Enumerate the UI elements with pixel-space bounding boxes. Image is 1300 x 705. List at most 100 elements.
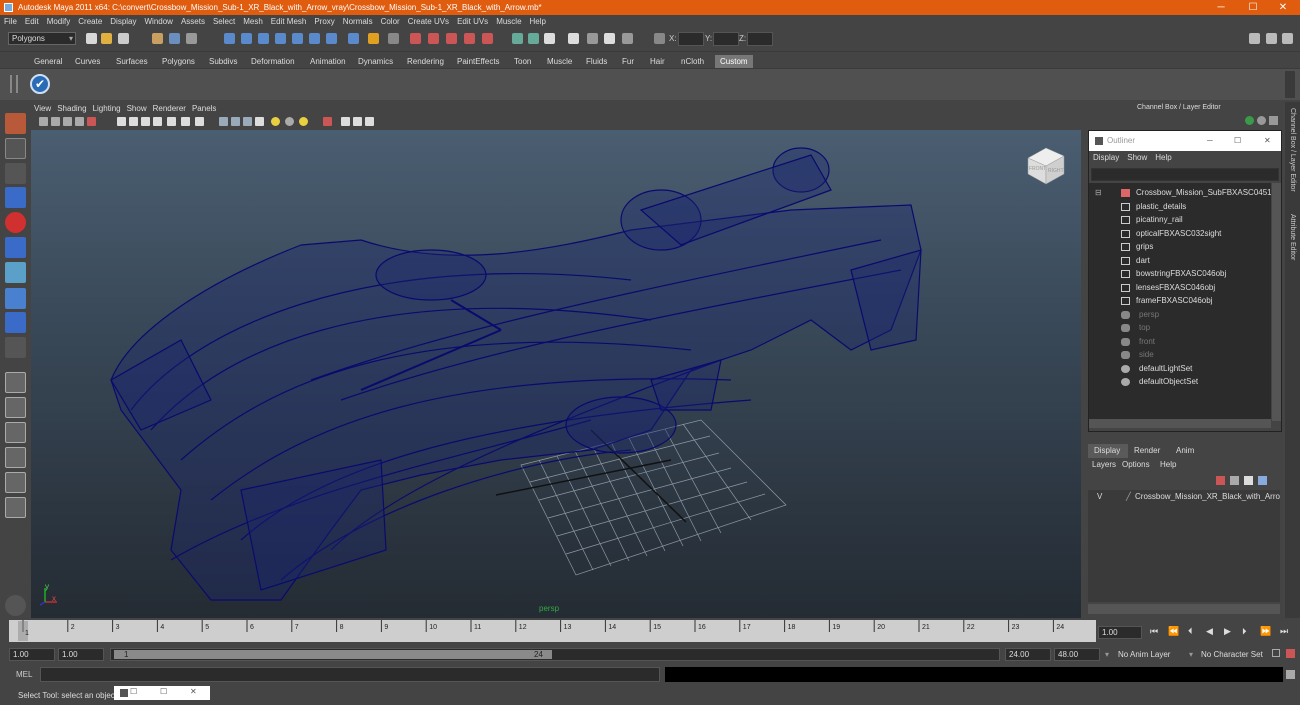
char-set-chevron-icon[interactable]: ▾: [1189, 650, 1193, 659]
shelf-tab-deformation[interactable]: Deformation: [246, 55, 300, 68]
layer-tab-display[interactable]: Display: [1088, 444, 1128, 458]
pin-icon[interactable]: [1269, 116, 1278, 125]
universal-manip-icon[interactable]: [5, 262, 26, 283]
shelf-tab-general[interactable]: General: [29, 55, 67, 68]
outliner-persp-layout-icon[interactable]: [5, 422, 26, 443]
menu-edit[interactable]: Edit: [21, 15, 43, 29]
floating-window-stub[interactable]: ☐ ☐ ✕: [114, 686, 210, 700]
channel-box-icon[interactable]: [622, 33, 633, 44]
paint-select-icon[interactable]: [5, 163, 26, 184]
resolution-gate-icon[interactable]: [141, 117, 150, 126]
layer-tab-render[interactable]: Render: [1130, 444, 1160, 458]
shelf-tab-painteffects[interactable]: PaintEffects: [452, 55, 505, 68]
outliner-row-camera[interactable]: front: [1089, 335, 1271, 349]
rotate-tool-icon[interactable]: [5, 212, 26, 233]
vp-menu-panels[interactable]: Panels: [189, 102, 219, 115]
crossbow-wireframe-model[interactable]: [31, 130, 1081, 618]
empty-layer-icon[interactable]: [1244, 476, 1253, 485]
shelf-tab-surfaces[interactable]: Surfaces: [111, 55, 153, 68]
go-to-end-icon[interactable]: ⏭: [1280, 626, 1288, 637]
maximize-button[interactable]: ☐: [1238, 0, 1268, 15]
layer-from-selected-icon[interactable]: [1230, 476, 1239, 485]
shelf-tab-hair[interactable]: Hair: [645, 55, 670, 68]
z-field[interactable]: [747, 32, 773, 46]
isolate-select-icon[interactable]: [323, 117, 332, 126]
menu-assets[interactable]: Assets: [177, 15, 209, 29]
layer-menu-options[interactable]: Options: [1122, 460, 1150, 469]
snap-plane-icon[interactable]: [275, 33, 286, 44]
two-d-pan-icon[interactable]: [87, 117, 96, 126]
gate-mask-icon[interactable]: [153, 117, 162, 126]
xray-icon[interactable]: [255, 117, 264, 126]
render-frame-icon[interactable]: [410, 33, 421, 44]
shelf-tab-toon[interactable]: Toon: [509, 55, 536, 68]
soft-mod-icon[interactable]: [5, 288, 26, 309]
history-icon[interactable]: [326, 33, 337, 44]
shelf-tab-custom[interactable]: Custom: [715, 55, 753, 68]
show-manip-icon[interactable]: [5, 312, 26, 333]
menu-proxy[interactable]: Proxy: [310, 15, 338, 29]
auto-key-icon[interactable]: [1272, 649, 1280, 657]
vp-menu-view[interactable]: View: [31, 102, 54, 115]
side-tab-attribute-editor[interactable]: Attribute Editor: [1286, 214, 1299, 284]
y-field[interactable]: [713, 32, 739, 46]
menu-edit-uvs[interactable]: Edit UVs: [453, 15, 492, 29]
outliner-row-set[interactable]: defaultLightSet: [1089, 362, 1271, 376]
lasso-tool-icon[interactable]: [5, 138, 26, 159]
wireframe-icon[interactable]: [219, 117, 228, 126]
dopesheet-layout-icon[interactable]: [5, 497, 26, 518]
attribute-editor-icon[interactable]: [587, 33, 598, 44]
anim-start-field[interactable]: 1.00: [9, 648, 55, 661]
shelf-tab-subdivs[interactable]: Subdivs: [204, 55, 242, 68]
character-set-selector[interactable]: No Character Set: [1201, 650, 1263, 659]
play-forward-icon[interactable]: ▶: [1224, 626, 1231, 637]
viewport-options-icon[interactable]: [365, 117, 374, 126]
outliner-row-mesh[interactable]: grips: [1089, 240, 1271, 254]
new-scene-icon[interactable]: [86, 33, 97, 44]
new-layer-icon[interactable]: [1216, 476, 1225, 485]
step-forward-key-icon[interactable]: ⏩: [1260, 626, 1271, 637]
view-transform-icon[interactable]: [353, 117, 362, 126]
help-icon[interactable]: [348, 33, 359, 44]
image-plane-icon[interactable]: [75, 117, 84, 126]
go-to-start-icon[interactable]: ⏮: [1150, 626, 1158, 637]
anim-end-field[interactable]: 48.00: [1054, 648, 1100, 661]
menu-select[interactable]: Select: [209, 15, 239, 29]
all-lights-icon[interactable]: [285, 117, 294, 126]
menu-create[interactable]: Create: [74, 15, 106, 29]
checkmark-icon[interactable]: ✔: [30, 74, 50, 94]
anim-layer-selector[interactable]: No Anim Layer: [1118, 650, 1170, 659]
safe-action-icon[interactable]: [181, 117, 190, 126]
layer-tab-anim[interactable]: Anim: [1172, 444, 1194, 458]
outliner-filter-field[interactable]: [1091, 168, 1279, 181]
step-back-frame-icon[interactable]: ⏴: [1188, 626, 1193, 637]
vp-menu-renderer[interactable]: Renderer: [150, 102, 189, 115]
safe-title-icon[interactable]: [195, 117, 204, 126]
lock-icon[interactable]: [368, 33, 379, 44]
outliner-row-camera[interactable]: persp: [1089, 308, 1271, 322]
outliner-close-button[interactable]: ✕: [1264, 131, 1271, 151]
outliner-row-set[interactable]: defaultObjectSet: [1089, 375, 1271, 389]
outliner-row-mesh[interactable]: dart: [1089, 254, 1271, 268]
side-tab-channel-box[interactable]: Channel Box / Layer Editor: [1286, 108, 1299, 208]
range-slider-track[interactable]: 1 24: [110, 648, 1000, 661]
shelf-tab-dynamics[interactable]: Dynamics: [353, 55, 398, 68]
menu-edit-mesh[interactable]: Edit Mesh: [267, 15, 311, 29]
shelf-tab-polygons[interactable]: Polygons: [157, 55, 200, 68]
menu-window[interactable]: Window: [141, 15, 177, 29]
selected-layer-icon[interactable]: [1258, 476, 1267, 485]
outliner-vscroll[interactable]: [1272, 183, 1281, 421]
outliner-row-camera[interactable]: side: [1089, 348, 1271, 362]
floating-restore-button[interactable]: ☐: [130, 687, 137, 696]
outliner-row-mesh[interactable]: picatinny_rail: [1089, 213, 1271, 227]
outliner-row-root[interactable]: ⊟ Crossbow_Mission_SubFBXASC0451_XR_: [1089, 186, 1271, 200]
layout-toggle-icon[interactable]: [1266, 33, 1277, 44]
tool-settings-icon[interactable]: [604, 33, 615, 44]
select-object-icon[interactable]: [169, 33, 180, 44]
outliner-menu-display[interactable]: Display: [1089, 151, 1123, 164]
shelf-tab-animation[interactable]: Animation: [305, 55, 351, 68]
current-frame-field[interactable]: 1.00: [1098, 626, 1142, 639]
layer-menu-help[interactable]: Help: [1160, 460, 1176, 469]
menu-modify[interactable]: Modify: [43, 15, 75, 29]
coordinate-mode-icon[interactable]: [654, 33, 665, 44]
